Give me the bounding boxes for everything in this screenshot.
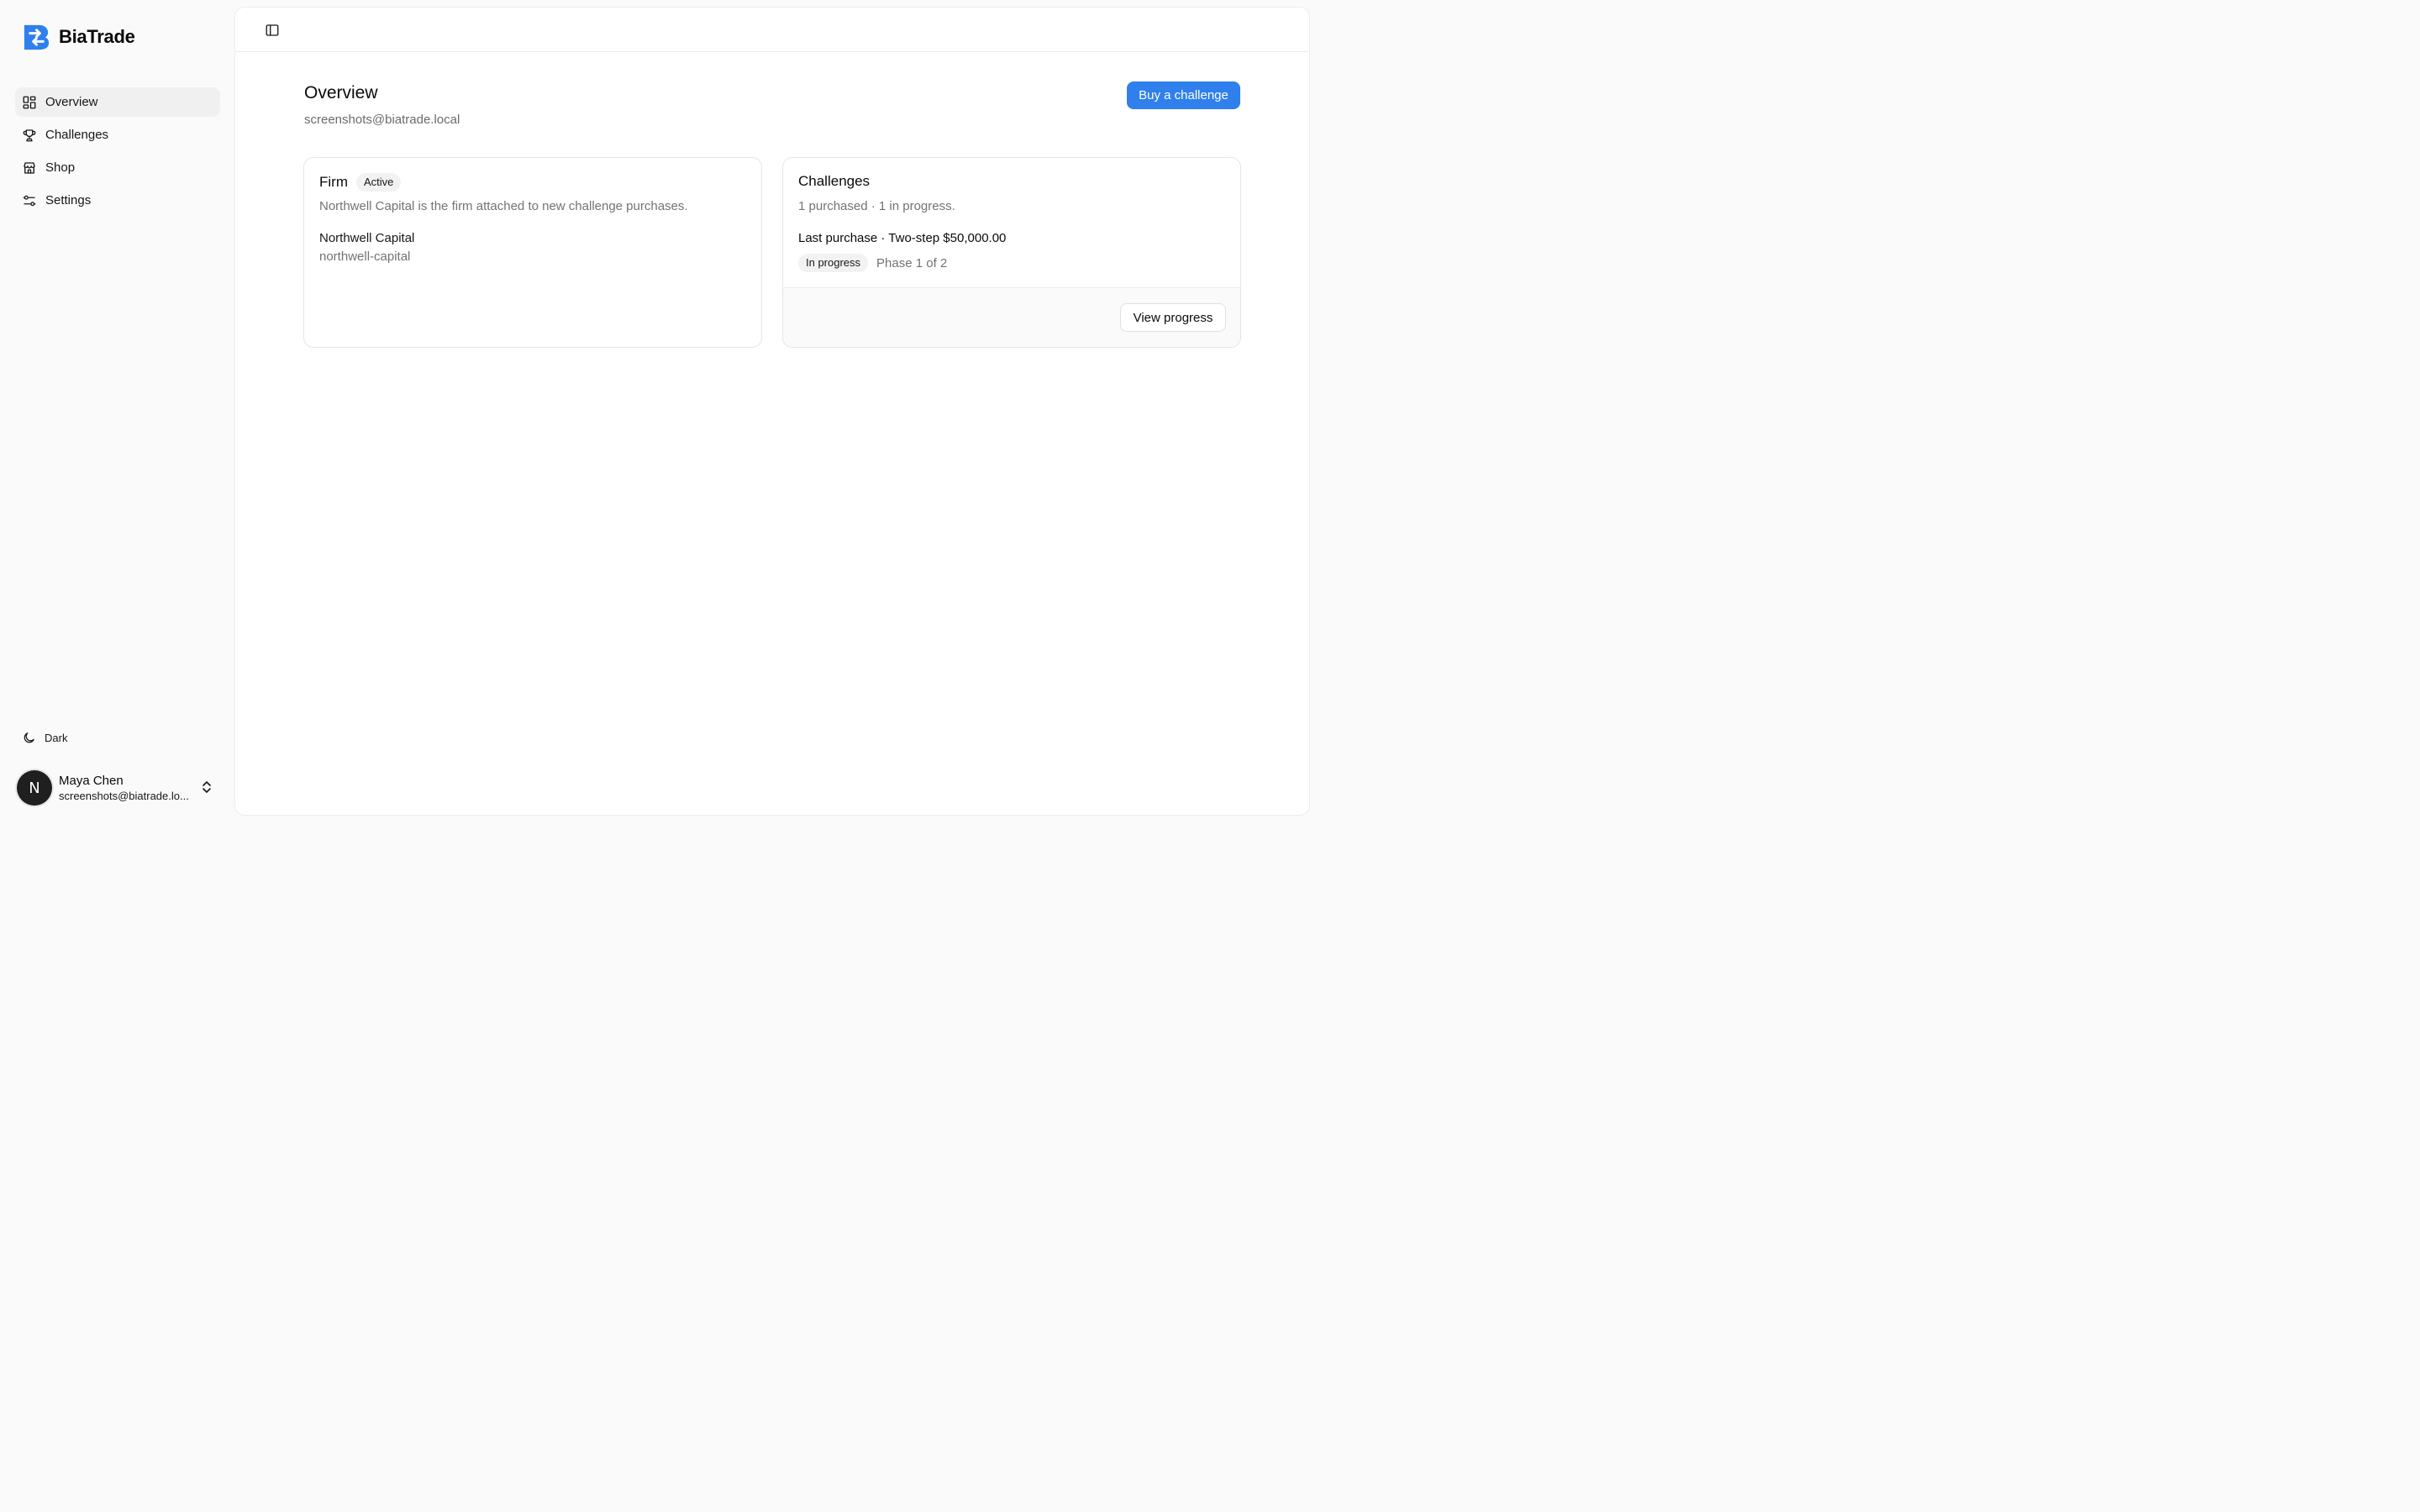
view-progress-button[interactable]: View progress: [1120, 303, 1226, 332]
brand-name: BiaTrade: [59, 26, 135, 47]
biatrade-logo-icon: [24, 24, 50, 50]
user-email: screenshots@biatrade.lo...: [59, 789, 189, 802]
sidebar-nav: Overview Challenges Shop Settings: [15, 87, 220, 218]
challenge-phase: Phase 1 of 2: [876, 255, 948, 270]
sidebar-item-settings[interactable]: Settings: [15, 186, 220, 215]
avatar: N: [17, 770, 52, 806]
challenges-summary: 1 purchased · 1 in progress.: [798, 199, 955, 213]
status-badge: In progress: [798, 254, 869, 272]
sidebar-item-label: Settings: [45, 193, 92, 207]
top-bar: [235, 8, 1309, 52]
user-menu[interactable]: N Maya Chen screenshots@biatrade.lo...: [17, 768, 220, 808]
brand[interactable]: BiaTrade: [22, 22, 135, 52]
sidebar-item-label: Overview: [45, 95, 98, 109]
store-icon: [24, 161, 35, 174]
sidebar-item-label: Shop: [45, 160, 76, 175]
firm-description: Northwell Capital is the firm attached t…: [319, 199, 688, 213]
theme-toggle[interactable]: Dark: [15, 724, 217, 751]
page-subtitle: screenshots@biatrade.local: [304, 113, 460, 127]
sliders-icon: [23, 195, 36, 206]
sidebar-item-overview[interactable]: Overview: [15, 87, 220, 117]
dashboard-icon: [23, 96, 36, 108]
user-info: Maya Chen screenshots@biatrade.lo...: [59, 773, 193, 804]
sidebar-item-shop[interactable]: Shop: [15, 153, 220, 182]
status-badge: Active: [355, 173, 402, 192]
main-panel: Overview screenshots@biatrade.local Buy …: [234, 7, 1310, 816]
last-purchase: Last purchase · Two-step $50,000.00: [798, 231, 1007, 245]
page-title: Overview: [304, 83, 378, 102]
theme-toggle-label: Dark: [45, 731, 68, 744]
firm-slug: northwell-capital: [319, 249, 411, 264]
sidebar-toggle-button[interactable]: [264, 22, 281, 39]
challenges-card-title: Challenges: [798, 173, 871, 189]
firm-card-header: Firm Active: [319, 173, 402, 192]
challenges-card: Challenges 1 purchased · 1 in progress. …: [782, 157, 1241, 348]
firm-card-title: Firm: [319, 174, 348, 190]
sidebar: BiaTrade Overview Challenges Shop Settin…: [0, 0, 234, 823]
buy-challenge-button[interactable]: Buy a challenge: [1127, 81, 1240, 109]
moon-icon: [24, 732, 34, 743]
challenge-status-row: In progress Phase 1 of 2: [798, 254, 947, 272]
challenges-card-header: Challenges: [798, 173, 870, 190]
firm-name: Northwell Capital: [319, 231, 415, 245]
challenges-card-footer: View progress: [783, 287, 1240, 347]
user-name: Maya Chen: [59, 773, 124, 788]
sidebar-toggle-icon: [266, 24, 279, 36]
trophy-icon: [23, 129, 36, 141]
chevron-up-down-icon: [203, 781, 211, 793]
sidebar-item-challenges[interactable]: Challenges: [15, 120, 220, 150]
sidebar-item-label: Challenges: [45, 128, 109, 142]
firm-card: Firm Active Northwell Capital is the fir…: [303, 157, 762, 348]
